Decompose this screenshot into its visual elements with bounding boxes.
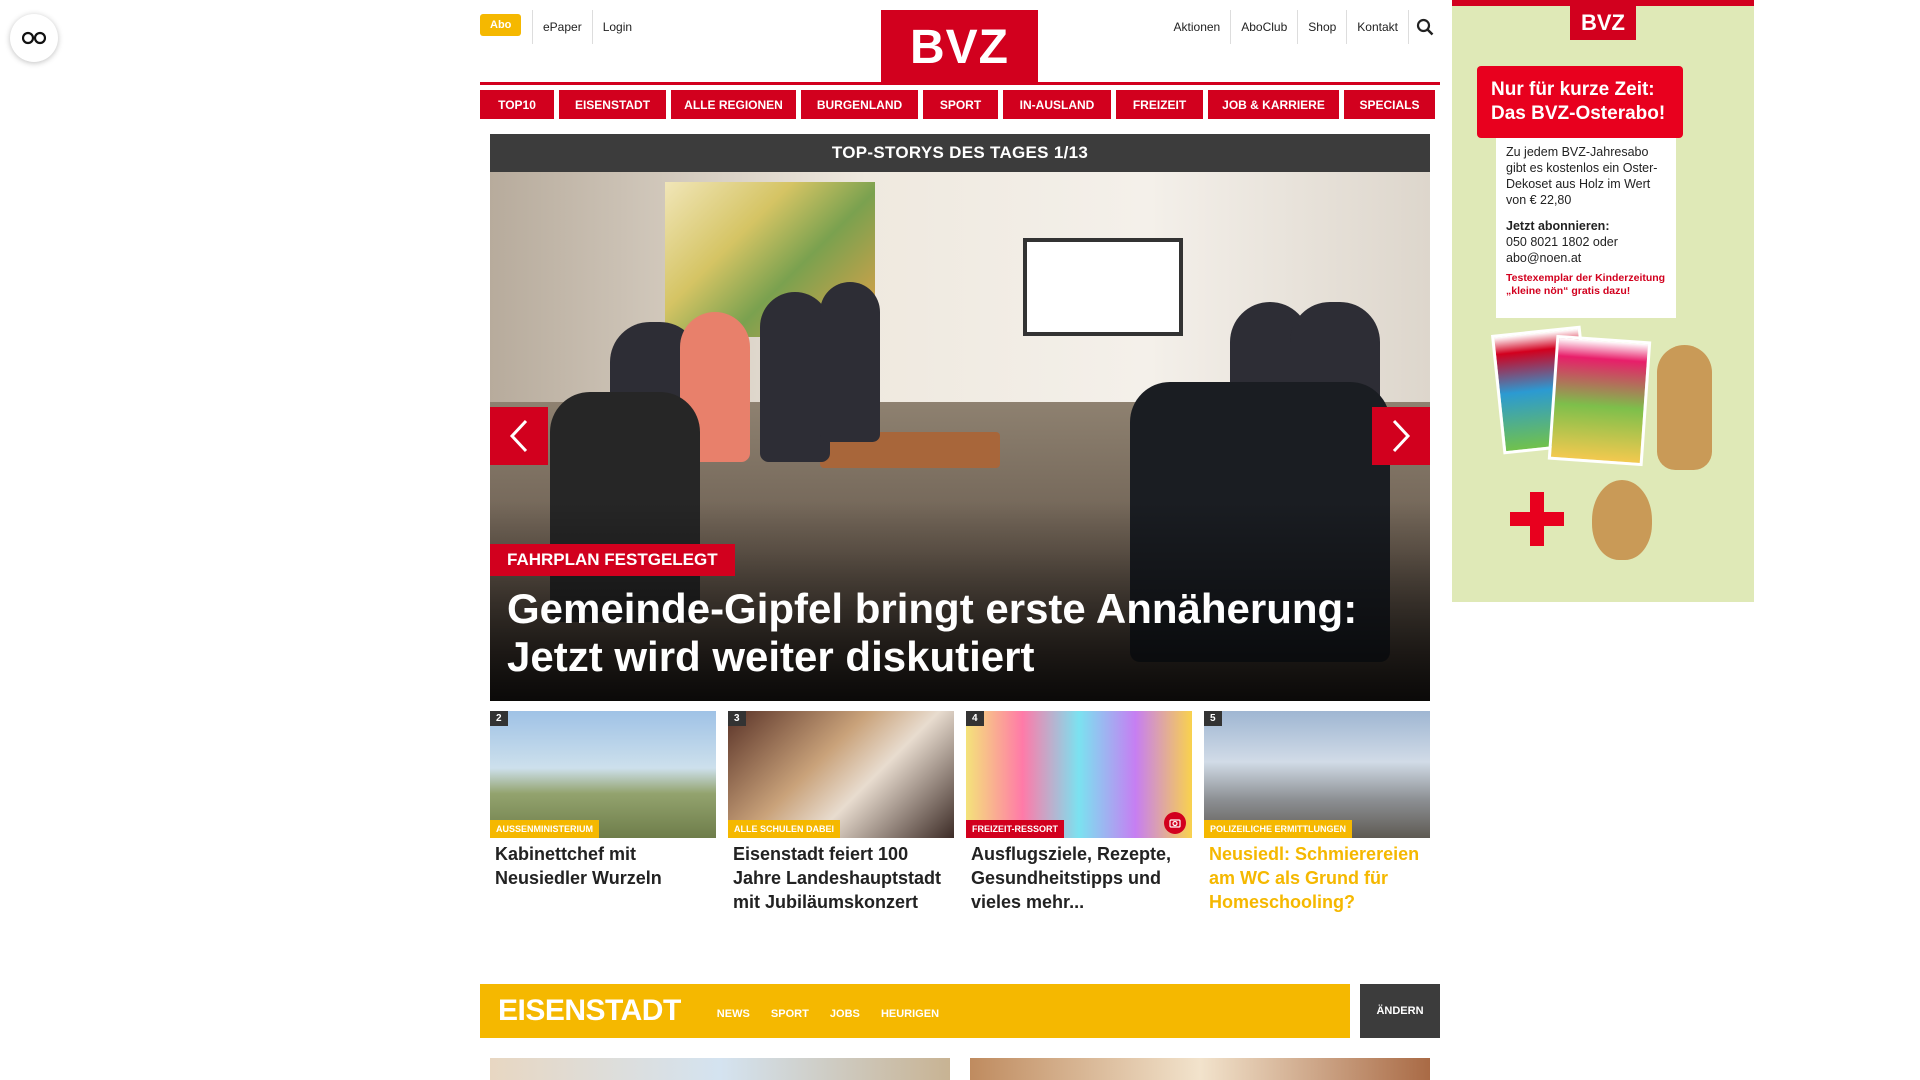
ad-bvz-logo: BVZ [1570, 6, 1636, 40]
story-card[interactable]: 2 AUSSENMINISTERIUM Kabinettchef mit Neu… [490, 711, 716, 914]
story-card-tag: FREIZEIT-RESSORT [966, 820, 1065, 838]
region-links: NEWS SPORT JOBS HEURIGEN [717, 1002, 955, 1021]
ad-bunny-image [1657, 345, 1712, 470]
ad-banner-headline: Nur für kurze Zeit: Das BVZ-Osterabo! [1477, 66, 1683, 138]
region-title[interactable]: EISENSTADT [498, 994, 681, 1028]
aktionen-link[interactable]: Aktionen [1164, 10, 1231, 44]
ad-info-card: Zu jedem BVZ-Jahresabo gibt es kostenlos… [1496, 138, 1676, 318]
region-story-images [490, 1058, 1430, 1080]
story-card-image[interactable]: 2 AUSSENMINISTERIUM [490, 711, 716, 838]
kontakt-link[interactable]: Kontakt [1346, 10, 1408, 44]
shop-link[interactable]: Shop [1297, 10, 1346, 44]
osterabo-ad[interactable]: BVZ Nur für kurze Zeit: Das BVZ-Osterabo… [1452, 0, 1754, 602]
abo-button[interactable]: Abo [480, 14, 522, 36]
region-link-jobs[interactable]: JOBS [830, 1008, 860, 1020]
search-icon[interactable] [1408, 10, 1440, 44]
login-link[interactable]: Login [591, 10, 642, 44]
story-card-number: 4 [966, 711, 984, 726]
header-divider [480, 82, 1440, 85]
region-link-heurigen[interactable]: HEURIGEN [881, 1008, 939, 1020]
nav-burgenland[interactable]: BURGENLAND [801, 90, 918, 119]
ad-contact-head: Jetzt abonnieren: [1506, 219, 1610, 233]
story-card-image[interactable]: 4 FREIZEIT-RESSORT [966, 711, 1192, 838]
story-card-tag: AUSSENMINISTERIUM [490, 820, 600, 838]
story-card-title[interactable]: Eisenstadt feiert 100 Jahre Landeshaupts… [728, 838, 954, 914]
hero-photo-screen [1023, 238, 1183, 336]
nav-sport[interactable]: SPORT [923, 90, 998, 119]
story-card-title[interactable]: Kabinettchef mit Neusiedler Wurzeln [490, 838, 716, 890]
hero-image[interactable]: FAHRPLAN FESTGELEGT Gemeinde-Gipfel brin… [490, 172, 1430, 701]
slider-next-button[interactable] [1372, 407, 1430, 465]
ad-contact: Jetzt abonnieren: 050 8021 1802 oder abo… [1506, 218, 1666, 266]
story-card-number: 3 [728, 711, 746, 726]
plus-icon [1510, 492, 1564, 546]
nav-in-ausland[interactable]: IN-AUSLAND [1003, 90, 1111, 119]
change-region-button[interactable]: ÄNDERN [1360, 984, 1440, 1038]
nav-top10[interactable]: TOP10 [480, 90, 554, 119]
story-card-tag: ALLE SCHULEN DABEI [728, 820, 841, 838]
story-card-title[interactable]: Ausflugsziele, Rezepte, Gesundheitstipps… [966, 838, 1192, 914]
epaper-link[interactable]: ePaper [532, 10, 592, 44]
region-link-sport[interactable]: SPORT [771, 1008, 809, 1020]
camera-icon [1164, 812, 1186, 834]
hero-photo-person [820, 282, 880, 442]
bvz-logo[interactable]: BVZ [881, 10, 1038, 84]
region-bar: EISENSTADT NEWS SPORT JOBS HEURIGEN ÄNDE… [480, 984, 1440, 1038]
nav-alle-regionen[interactable]: ALLE REGIONEN [671, 90, 796, 119]
hero-kicker: FAHRPLAN FESTGELEGT [490, 544, 735, 576]
top-stories-slider: TOP-STORYS DES TAGES 1/13 FAHRPLAN FESTG… [490, 134, 1430, 701]
slider-prev-button[interactable] [490, 407, 548, 465]
story-card-number: 2 [490, 711, 508, 726]
ad-magazine-image [1547, 334, 1652, 467]
site-header: Abo ePaper Login BVZ Aktionen AboClub Sh… [480, 0, 1440, 85]
ad-egg-image [1592, 480, 1652, 560]
region-story-image[interactable] [490, 1058, 950, 1080]
region-bar-main: EISENSTADT NEWS SPORT JOBS HEURIGEN [480, 984, 1350, 1038]
reader-mode-icon[interactable] [10, 14, 58, 62]
region-link-news[interactable]: NEWS [717, 1008, 750, 1020]
region-story-image[interactable] [970, 1058, 1430, 1080]
story-card[interactable]: 5 POLIZEILICHE ERMITTLUNGEN Neusiedl: Sc… [1204, 711, 1430, 914]
ad-bonus-text: Testexemplar der Kinderzeitung „kleine n… [1506, 272, 1666, 297]
aboclub-link[interactable]: AboClub [1230, 10, 1297, 44]
story-card-number: 5 [1204, 711, 1222, 726]
story-card[interactable]: 4 FREIZEIT-RESSORT Ausflugsziele, Rezept… [966, 711, 1192, 914]
story-cards: 2 AUSSENMINISTERIUM Kabinettchef mit Neu… [490, 711, 1430, 914]
page-content: Abo ePaper Login BVZ Aktionen AboClub Sh… [480, 0, 1440, 1080]
story-card[interactable]: 3 ALLE SCHULEN DABEI Eisenstadt feiert 1… [728, 711, 954, 914]
story-card-title[interactable]: Neusiedl: Schmierereien am WC als Grund … [1204, 838, 1430, 914]
nav-job-karriere[interactable]: JOB & KARRIERE [1208, 90, 1339, 119]
top-stories-header: TOP-STORYS DES TAGES 1/13 [490, 134, 1430, 172]
hero-headline[interactable]: Gemeinde-Gipfel bringt erste Annäherung:… [507, 585, 1410, 681]
ad-offer-text: Zu jedem BVZ-Jahresabo gibt es kostenlos… [1506, 145, 1658, 207]
nav-freizeit[interactable]: FREIZEIT [1116, 90, 1203, 119]
main-nav: TOP10 EISENSTADT ALLE REGIONEN BURGENLAN… [480, 90, 1440, 119]
story-card-image[interactable]: 3 ALLE SCHULEN DABEI [728, 711, 954, 838]
ad-contact-text: 050 8021 1802 oder abo@noen.at [1506, 235, 1618, 265]
story-card-tag: POLIZEILICHE ERMITTLUNGEN [1204, 820, 1352, 838]
nav-specials[interactable]: SPECIALS [1344, 90, 1435, 119]
story-card-image[interactable]: 5 POLIZEILICHE ERMITTLUNGEN [1204, 711, 1430, 838]
header-right-links: Aktionen AboClub Shop Kontakt [1164, 10, 1440, 44]
header-left-links: ePaper Login [532, 10, 642, 44]
nav-eisenstadt[interactable]: EISENSTADT [559, 90, 666, 119]
